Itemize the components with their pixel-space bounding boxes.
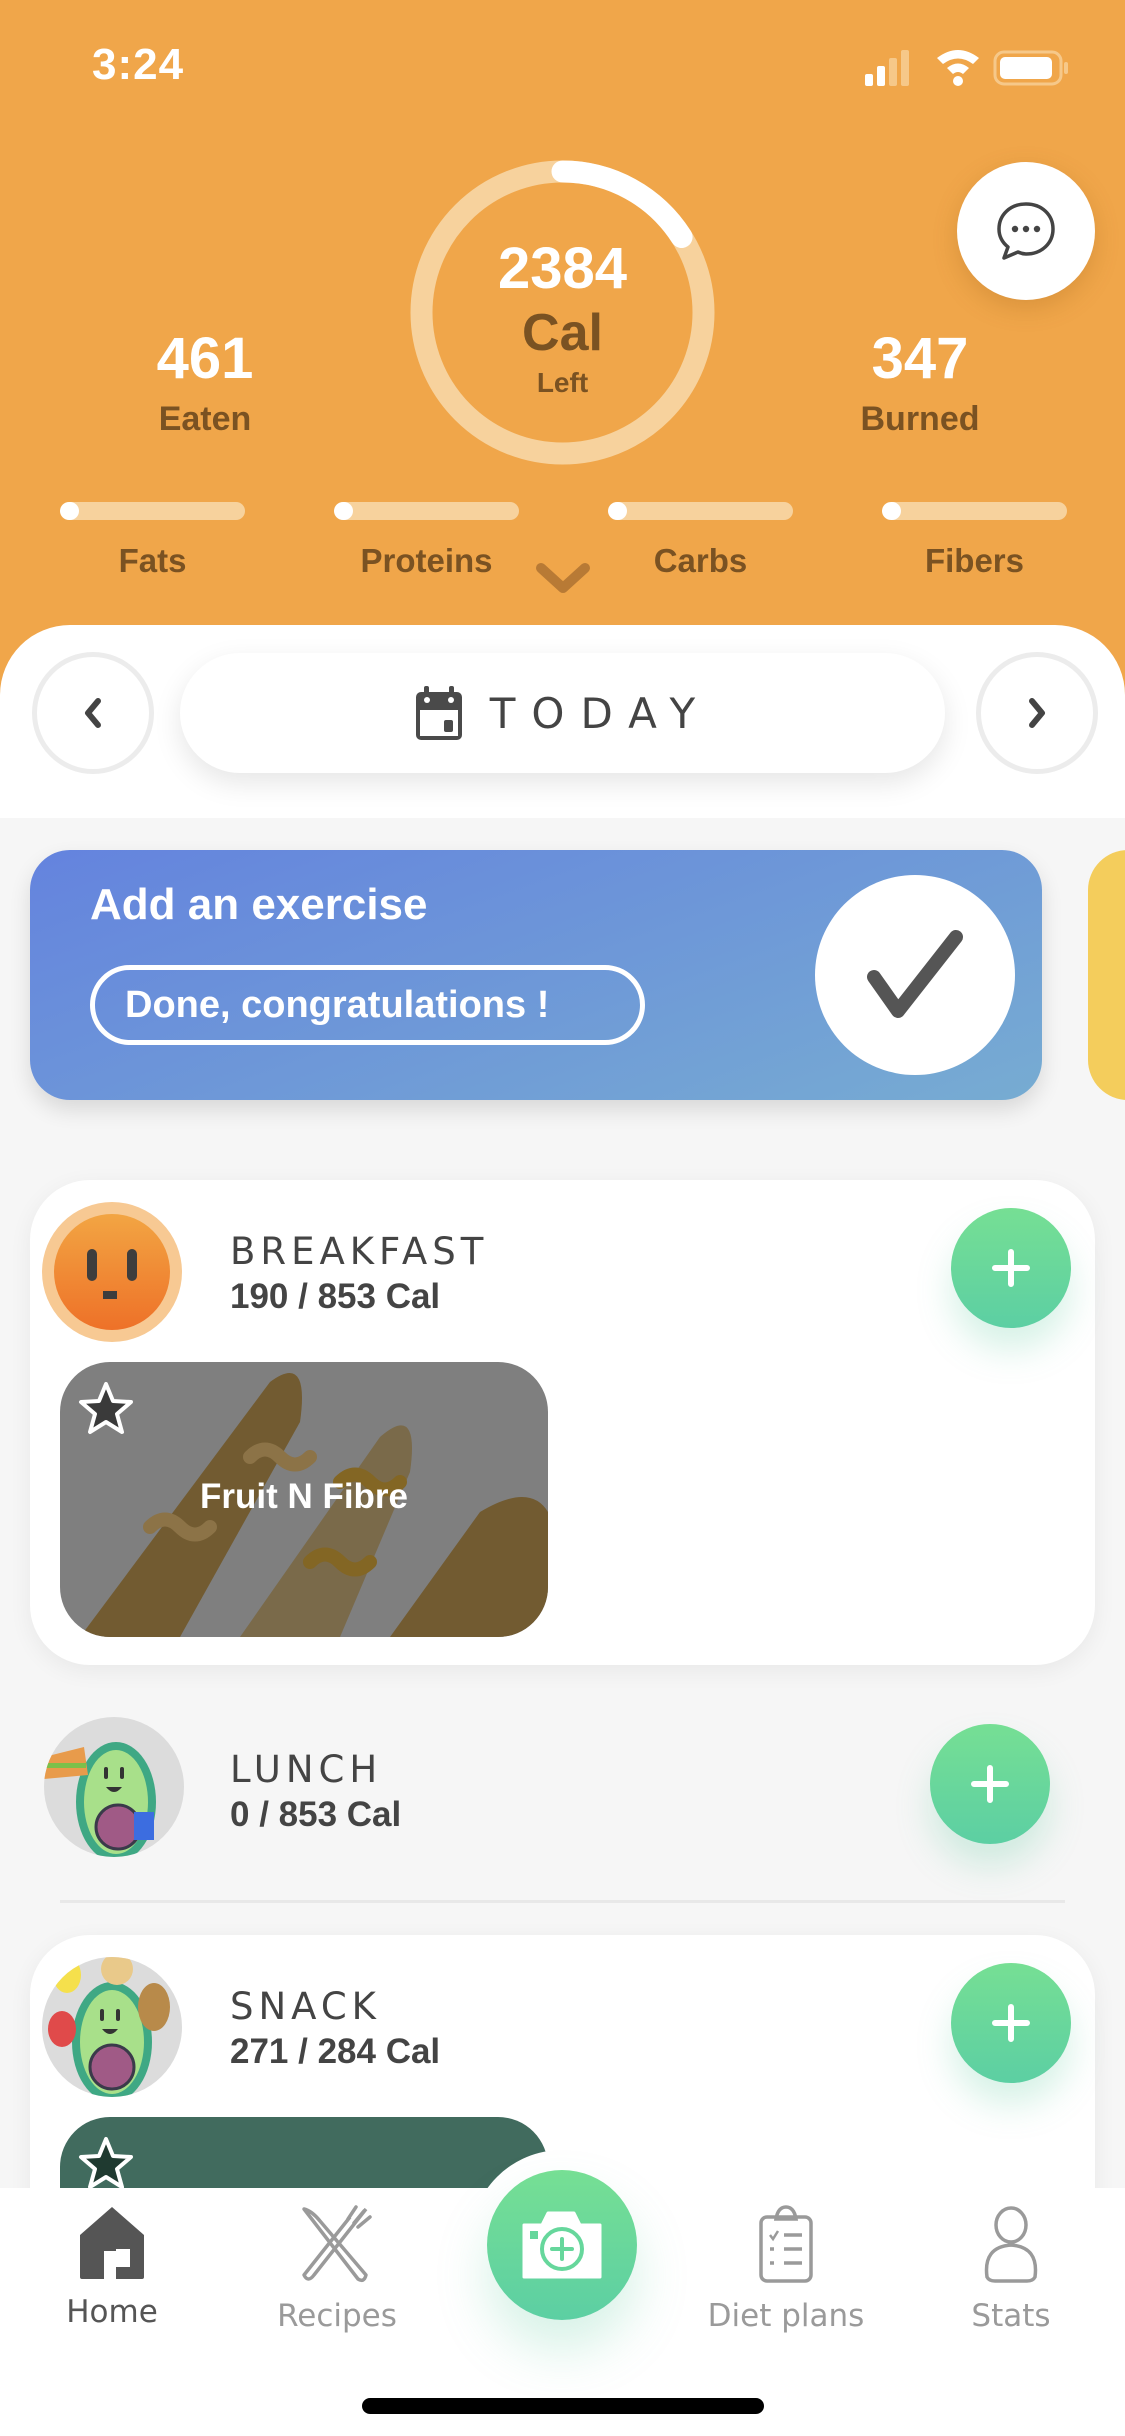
calories-left-label: Left — [536, 367, 589, 398]
signal-icon — [865, 50, 909, 86]
exercise-title: Add an exercise — [90, 880, 428, 929]
plus-icon — [971, 1765, 1009, 1803]
plus-icon — [992, 1249, 1030, 1287]
tab-label: Recipes — [277, 2298, 397, 2334]
macro-label: Carbs — [653, 542, 748, 579]
meal-name: SNACK — [230, 1985, 381, 2028]
home-icon — [80, 2207, 144, 2279]
macro-fibers: Fibers — [882, 502, 1067, 580]
macro-bar — [334, 502, 519, 520]
calories-left: 2384 Cal Left — [410, 160, 715, 465]
macro-bar — [60, 502, 245, 520]
macro-bar-fill — [334, 502, 353, 520]
food-item-name: Fruit N Fibre — [199, 1477, 409, 1516]
date-label: TODAY — [489, 688, 712, 738]
macro-label: Proteins — [360, 542, 493, 579]
exercise-status-badge: Done, congratulations ! — [90, 965, 645, 1045]
macro-proteins: Proteins — [334, 502, 519, 580]
tab-label: Stats — [971, 2298, 1051, 2334]
plus-icon — [992, 2004, 1030, 2042]
meal-name: BREAKFAST — [230, 1230, 489, 1273]
eaten-label: Eaten — [158, 400, 252, 438]
breakfast-info: BREAKFAST 190 / 853 Cal — [230, 1230, 488, 1317]
burned-value: 347 — [871, 326, 969, 391]
macro-carbs: Carbs — [608, 502, 793, 580]
add-lunch-button[interactable] — [930, 1724, 1050, 1844]
next-day-button[interactable] — [976, 652, 1098, 774]
macro-label: Fibers — [924, 542, 1025, 579]
battery-icon — [993, 50, 1068, 86]
tab-stats[interactable]: Stats — [911, 2205, 1111, 2334]
tab-recipes[interactable]: Recipes — [237, 2205, 437, 2334]
eaten-stat: 461 Eaten — [75, 325, 335, 439]
meal-calories: 271 / 284 Cal — [230, 2032, 441, 2071]
favorite-star-icon[interactable] — [78, 1380, 134, 1436]
snack-info: SNACK 271 / 284 Cal — [230, 1985, 440, 2072]
clipboard-icon — [759, 2205, 813, 2283]
calories-unit: Cal — [522, 304, 603, 362]
chat-button[interactable] — [957, 162, 1095, 300]
chevron-left-icon — [85, 698, 101, 728]
tab-label: Diet plans — [707, 2298, 865, 2334]
burned-label: Burned — [860, 400, 980, 438]
tab-label: Home — [66, 2294, 158, 2330]
tab-home[interactable]: Home — [12, 2205, 212, 2330]
next-challenge-card[interactable] — [1088, 850, 1125, 1100]
wifi-icon — [937, 50, 979, 86]
calories-left-value: 2384 — [497, 236, 628, 301]
breakfast-avatar — [42, 1202, 182, 1342]
exercise-done-button[interactable] — [815, 875, 1015, 1075]
burned-stat: 347 Burned — [790, 325, 1050, 439]
camera-add-icon — [522, 2211, 602, 2279]
macro-bar — [882, 502, 1067, 520]
meal-name: LUNCH — [230, 1748, 383, 1791]
exercise-card[interactable]: Add an exercise Done, congratulations ! — [30, 850, 1042, 1100]
macro-bar-fill — [608, 502, 627, 520]
avocado-fruits-icon — [48, 1957, 170, 2097]
macro-bar-fill — [60, 502, 79, 520]
avocado-sandwich-icon — [44, 1742, 156, 1857]
home-indicator — [362, 2398, 764, 2414]
meal-calories: 0 / 853 Cal — [230, 1795, 402, 1834]
status-time: 3:24 — [92, 40, 185, 89]
tab-diet-plans[interactable]: Diet plans — [686, 2205, 886, 2334]
food-item[interactable]: Fruit N Fibre — [60, 1362, 548, 1637]
snack-avatar — [42, 1957, 182, 2097]
eaten-value: 461 — [156, 326, 254, 391]
macro-bar — [608, 502, 793, 520]
chevron-right-icon — [1029, 698, 1045, 728]
neutral-face-icon — [54, 1214, 170, 1330]
fork-knife-icon — [302, 2205, 372, 2283]
lunch-info: LUNCH 0 / 853 Cal — [230, 1748, 401, 1835]
person-icon — [984, 2206, 1038, 2283]
add-breakfast-button[interactable] — [951, 1208, 1071, 1328]
chat-bubble-icon — [997, 202, 1055, 260]
macro-label: Fats — [118, 542, 187, 579]
macro-fats: Fats — [60, 502, 245, 580]
chevron-down-icon[interactable] — [535, 562, 591, 594]
prev-day-button[interactable] — [32, 652, 154, 774]
meal-calories: 190 / 853 Cal — [230, 1277, 441, 1316]
macro-bar-fill — [882, 502, 901, 520]
calendar-icon — [415, 686, 462, 740]
checkmark-icon — [867, 930, 963, 1018]
camera-add-button[interactable] — [487, 2170, 637, 2320]
favorite-star-icon[interactable] — [78, 2135, 134, 2191]
meal-divider — [60, 1900, 1065, 1903]
lunch-avatar — [44, 1717, 184, 1857]
add-snack-button[interactable] — [951, 1963, 1071, 2083]
status-icons — [865, 50, 1068, 86]
date-selector[interactable]: TODAY — [180, 653, 945, 773]
meal-card-breakfast: BREAKFAST 190 / 853 Cal Fruit N Fibre — [30, 1180, 1095, 1665]
